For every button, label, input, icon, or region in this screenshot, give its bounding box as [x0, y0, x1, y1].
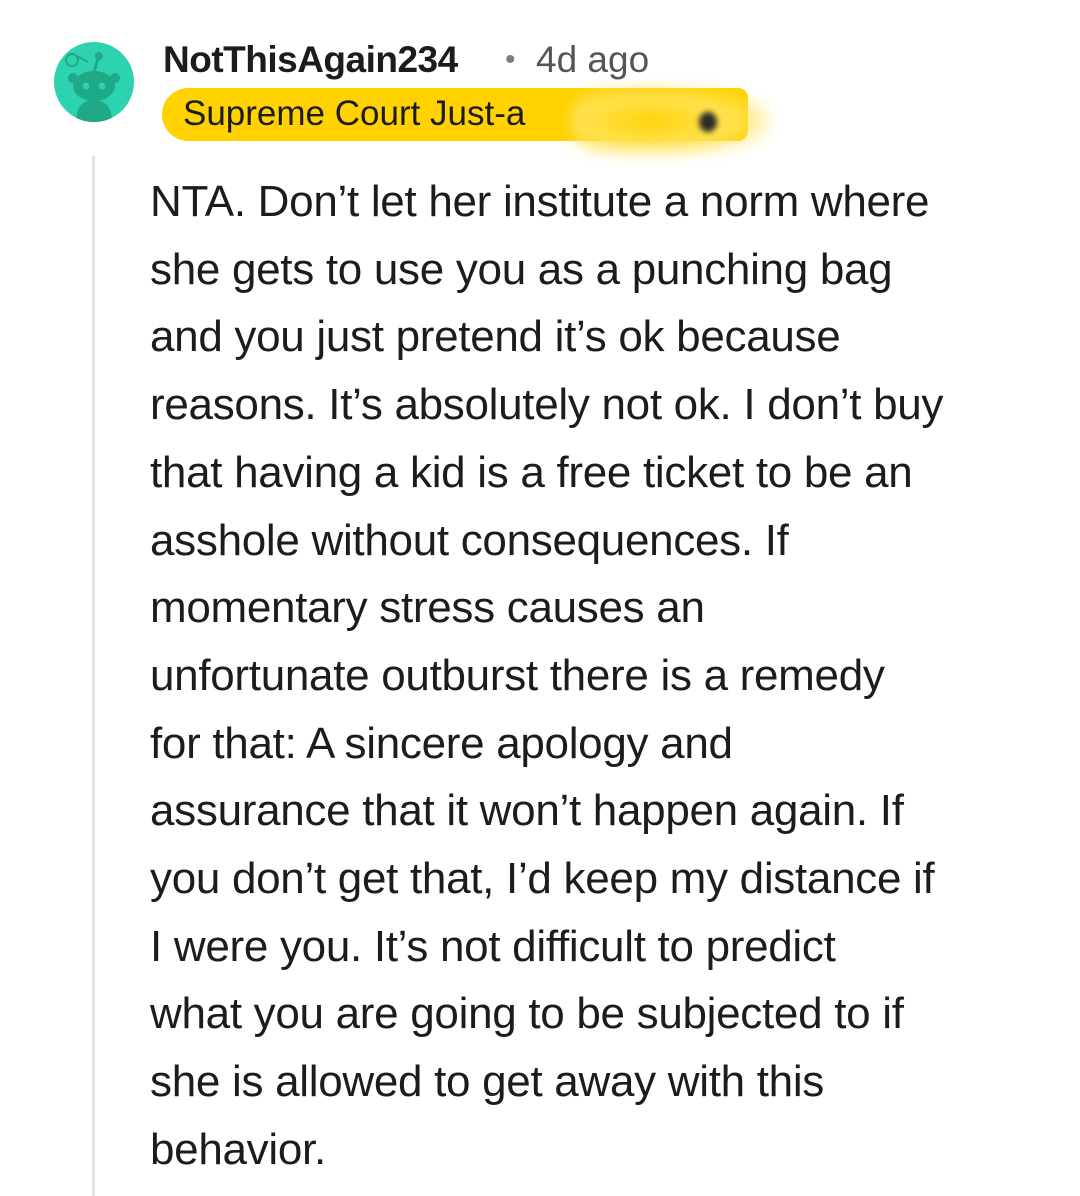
meta-separator: •: [505, 43, 516, 76]
flair-redaction-blur: [570, 86, 770, 156]
thread-line[interactable]: [92, 156, 95, 1196]
snoo-avatar-icon[interactable]: [54, 42, 134, 122]
comment: NotThisAgain234 • 4d ago Supreme Court J…: [0, 0, 1080, 1196]
flair-redaction-mark: [699, 112, 717, 132]
comment-body: NTA. Don’t let her institute a norm wher…: [150, 177, 944, 1174]
user-flair-text: Supreme Court Just-a: [183, 94, 526, 133]
comment-timestamp: 4d ago: [536, 39, 650, 80]
comment-author[interactable]: NotThisAgain234: [163, 36, 458, 84]
